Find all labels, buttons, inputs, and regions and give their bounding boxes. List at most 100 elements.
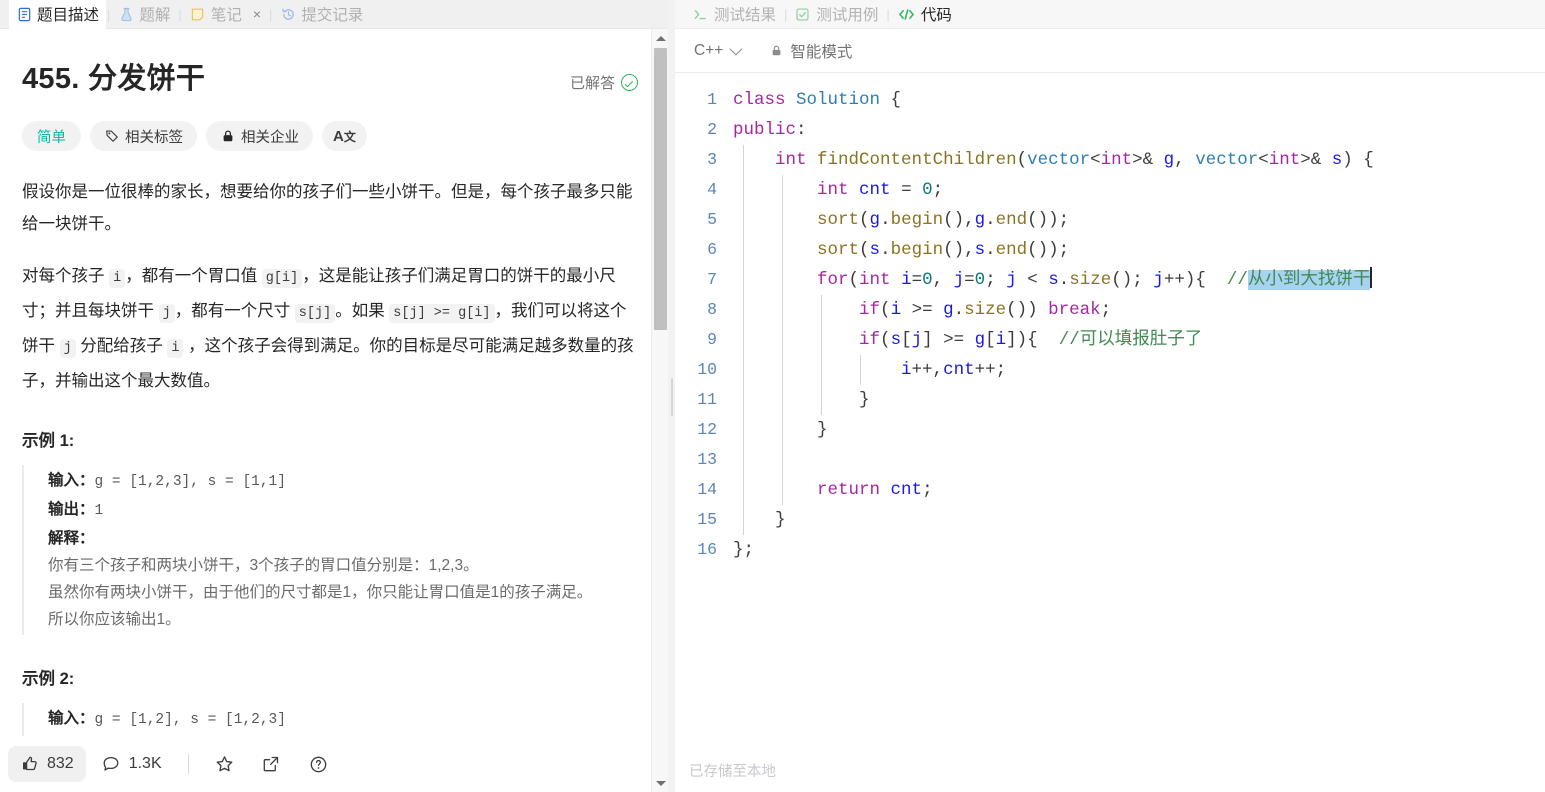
share-button[interactable] [250,746,293,782]
example-output-value: 1 [94,503,104,519]
scroll-down-arrow[interactable] [652,774,669,792]
example-1-input-row: 输入：g = [1,2,3], s = [1,1] [48,467,638,496]
line-number: 6 [707,240,717,259]
tab-solutions[interactable]: 题解 [111,0,177,29]
indent-guide [782,325,783,355]
code-token: (), [943,210,975,230]
translate-button[interactable]: A文 [322,121,367,151]
code-token: . [880,210,891,230]
desc-text: ，都有一个胃口值 [125,267,262,285]
code-line[interactable]: 11 } [675,385,1545,415]
chevron-down-icon [729,42,743,56]
difficulty-badge[interactable]: 简单 [22,121,81,151]
description-paragraph-1: 假设你是一位很棒的家长，想要给你的孩子们一些小饼干。但是，每个孩子最多只能给一块… [22,183,633,233]
code-line[interactable]: 9 if(s[j] >= g[i]){ //可以填报肚子了 [675,325,1545,355]
code-token: size [1069,270,1112,290]
tab-description[interactable]: 题目描述 [9,0,107,29]
code-line[interactable]: 2 public: [675,115,1545,145]
code-token: ()); [1027,210,1070,230]
desc-text: 。如果 [335,302,390,320]
description-icon [16,6,32,22]
code-line[interactable]: 6 sort(s.begin(),s.end()); [675,235,1545,265]
history-icon [280,6,296,22]
code-token: ++){ [1163,270,1227,290]
problem-number: 455. [22,63,80,95]
like-button[interactable]: 832 [8,746,86,782]
problem-scroll-area[interactable]: 455. 分发饼干 已解答 简单 相关标签 相关企业 A文 假设你是一位很棒的家… [0,29,668,792]
like-count: 832 [47,755,74,772]
flask-icon [118,6,134,22]
indent-guide [743,235,744,265]
code-line-text: } [733,415,1545,445]
comment-button[interactable]: 1.3K [90,746,174,782]
code-token: i [901,270,912,290]
code-line[interactable]: 15 } [675,505,1545,535]
code-line[interactable]: 1 class Solution { [675,85,1545,115]
smart-mode-toggle[interactable]: 智能模式 [770,40,852,62]
code-token: ()) [1006,300,1049,320]
related-tags-button[interactable]: 相关标签 [90,121,197,151]
tab-test-result[interactable]: 测试结果 [685,0,784,29]
scrollbar-thumb[interactable] [654,48,667,330]
code-token: : [796,120,807,140]
code-token: 0 [922,270,933,290]
desc-text: ，都有一个尺寸 [174,302,295,320]
problem-scrollbar[interactable] [651,29,668,792]
code-token: vector [1027,150,1091,170]
code-line-text: for(int i=0, j=0; j < s.size(); j++){ //… [733,265,1545,295]
code-token: . [880,240,891,260]
terminal-icon [693,7,708,22]
code-token: } [733,420,828,440]
code-line[interactable]: 10 i++,cnt++; [675,355,1545,385]
indent-guide [782,205,783,235]
pane-resize-handle[interactable] [668,0,675,792]
code-editor[interactable]: 1 class Solution {2 public: 3 int findConte… [675,73,1545,748]
code-icon [898,7,915,22]
tab-code[interactable]: 代码 [890,0,960,29]
code-line[interactable]: 13 [675,445,1545,475]
language-selector[interactable]: C++ [689,39,744,63]
code-token: . [985,210,996,230]
code-line[interactable]: 12 } [675,415,1545,445]
code-token: class [733,90,786,110]
code-line[interactable]: 4 int cnt = 0; [675,175,1545,205]
code-token: ] >= [922,330,975,350]
tab-notes[interactable]: 笔记 × [183,0,268,29]
code-token: i [890,300,902,320]
related-companies-button[interactable]: 相关企业 [206,121,313,151]
tab-testcase[interactable]: 测试用例 [787,0,886,29]
code-line[interactable]: 7 for(int i=0, j=0; j < s.size(); j++){ … [675,265,1545,295]
indent-guide [743,205,744,235]
help-button[interactable] [297,746,340,782]
line-number: 2 [707,120,717,139]
code-token: sort [817,210,860,230]
code-token: { [880,90,902,110]
code-line[interactable]: 3 int findContentChildren(vector<int>& g… [675,145,1545,175]
code-line[interactable]: 5 sort(g.begin(),g.end()); [675,205,1545,235]
code-line[interactable]: 16}; [675,535,1545,565]
favorite-button[interactable] [203,746,246,782]
code-line[interactable]: 14 return cnt; [675,475,1545,505]
comment-count: 1.3K [128,755,162,772]
code-line[interactable]: 8 if(i >= g.size()) break; [675,295,1545,325]
code-token: cnt [943,360,975,380]
code-token: (); [1111,270,1154,290]
code-token: 0 [974,270,986,290]
code-token: //可以填报肚子了 [1058,330,1203,350]
tab-submissions[interactable]: 提交记录 [273,0,370,29]
close-icon[interactable]: × [253,6,261,22]
example-1-output-row: 输出：1 [48,496,638,525]
line-number: 12 [697,420,717,439]
code-token: ( [859,240,870,260]
code-token: for [817,270,849,290]
problem-action-bar: 832 1.3K [0,736,640,792]
status-badge: 已解答 [570,72,638,93]
scroll-up-arrow[interactable] [652,29,669,47]
indent-guide [743,385,744,415]
code-token: j [1153,270,1164,290]
code-token: int [775,150,807,170]
